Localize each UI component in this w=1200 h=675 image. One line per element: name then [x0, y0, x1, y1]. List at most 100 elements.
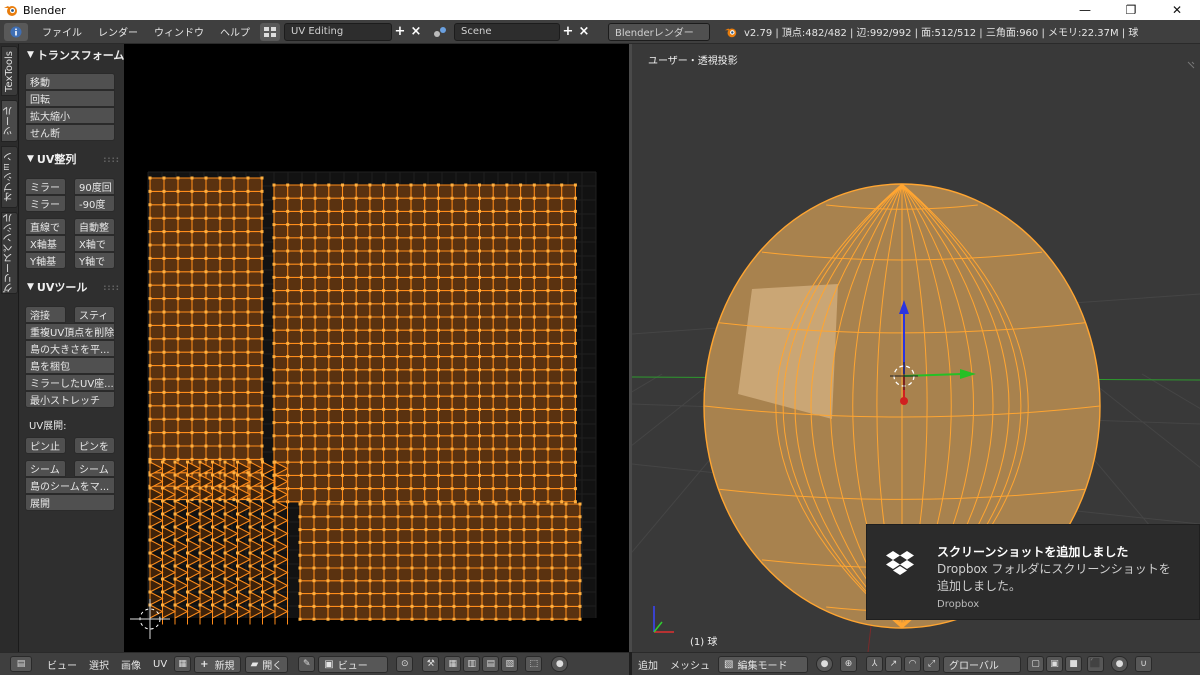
uv-menu-view[interactable]: ビュー — [41, 657, 83, 672]
new-image-button[interactable]: + 新規 — [194, 655, 241, 673]
proportional-editing-icon[interactable]: ● — [1111, 656, 1128, 672]
scale-button[interactable]: 拡大縮小 — [25, 107, 115, 124]
toast-body: Dropbox フォルダにスクリーンショットを追加しました。 — [937, 562, 1171, 593]
face-select-mode-icon[interactable]: ▤ — [482, 656, 500, 672]
panel-uv-align-title: UV整列 — [36, 153, 77, 166]
align-x-base-button[interactable]: X軸基 — [25, 235, 66, 252]
uv-island-bottom-edges — [299, 503, 581, 620]
rotate-minus-90-button[interactable]: -90度 — [74, 195, 115, 212]
snap-icon[interactable]: ⬚ — [525, 656, 543, 672]
rotate-90-button[interactable]: 90度回 — [74, 178, 115, 195]
open-image-button[interactable]: ▰ 開く — [244, 655, 289, 673]
translate-button[interactable]: 移動 — [25, 73, 115, 90]
align-auto-button[interactable]: 自動整 — [74, 218, 115, 235]
manipulator-toggle-icon[interactable]: ⅄ — [866, 656, 883, 672]
add-screen-button[interactable]: + — [392, 23, 408, 41]
align-y-button[interactable]: Y軸で — [74, 252, 115, 269]
pin-button[interactable]: ピン止 — [25, 437, 66, 454]
rotate-manipulator-icon[interactable]: ◠ — [904, 656, 921, 672]
pivot-point-icon[interactable]: ⊕ — [840, 656, 857, 672]
panel-uv-tools-header[interactable]: ▼ UVツール:::: — [19, 278, 124, 296]
align-x-button[interactable]: X軸で — [74, 235, 115, 252]
tab-grease-pencil[interactable]: グリースペンシル — [1, 212, 18, 294]
menu-render[interactable]: レンダー — [90, 24, 146, 39]
screen-layout-icon[interactable] — [260, 22, 280, 41]
tab-options[interactable]: オプション — [1, 146, 18, 208]
dropbox-icon — [886, 551, 914, 575]
window-titlebar: Blender — ❐ ✕ — [0, 0, 1200, 20]
remove-scene-button[interactable]: × — [576, 23, 592, 41]
pack-islands-button[interactable]: 島を梱包 — [25, 357, 115, 374]
copy-mirrored-uv-button[interactable]: ミラーしたUV座... — [25, 374, 115, 391]
align-y-base-button[interactable]: Y軸基 — [25, 252, 66, 269]
orientation-dropdown[interactable]: グローバル — [943, 655, 1021, 673]
snap-magnet-icon[interactable]: ∪ — [1135, 656, 1152, 672]
menu-help[interactable]: ヘルプ — [212, 24, 258, 39]
minimize-button[interactable]: — — [1062, 0, 1108, 20]
uv-editor-canvas[interactable] — [124, 44, 629, 652]
vertex-select-mode-icon[interactable]: ▦ — [444, 656, 462, 672]
vertex-select-icon[interactable]: ▢ — [1027, 656, 1044, 672]
align-straight-button[interactable]: 直線で — [25, 218, 66, 235]
image-browse-icon[interactable]: ▦ — [174, 656, 192, 672]
edge-select-icon[interactable]: ▣ — [1046, 656, 1063, 672]
unpin-button[interactable]: ピンを — [74, 437, 115, 454]
dropbox-notification[interactable]: スクリーンショットを追加しました Dropbox フォルダにスクリーンショットを… — [866, 524, 1200, 620]
menu-window[interactable]: ウィンドウ — [146, 24, 212, 39]
pivot-icon[interactable]: ⊙ — [396, 656, 414, 672]
tab-tools[interactable]: ツール — [1, 100, 18, 142]
seams-from-islands-button[interactable]: 島のシームをマ... — [25, 477, 115, 494]
scale-manipulator-icon[interactable]: ⤢ — [923, 656, 940, 672]
vp-menu-mesh[interactable]: メッシュ — [664, 657, 716, 672]
proportional-edit-icon[interactable]: ● — [551, 656, 569, 672]
menu-file[interactable]: ファイル — [34, 24, 90, 39]
screen-layout-field[interactable]: UV Editing — [284, 22, 392, 41]
uv-view-mode-dropdown[interactable]: ▣ ビュー — [318, 655, 389, 673]
uv-map-svg — [130, 171, 597, 639]
panel-transform-header[interactable]: ▼ トランスフォーム — [19, 46, 124, 64]
gizmo-y-axis — [653, 621, 663, 633]
close-button[interactable]: ✕ — [1154, 0, 1200, 20]
pin-image-icon[interactable]: ✎ — [298, 656, 316, 672]
remove-doubles-button[interactable]: 重複UV頂点を削除 — [25, 323, 115, 340]
scene-icon[interactable] — [430, 23, 450, 41]
unwrap-button[interactable]: 展開 — [25, 494, 115, 511]
info-editor-type-button[interactable] — [4, 22, 28, 41]
uv-menu-image[interactable]: 画像 — [115, 657, 147, 672]
uv-editor-type-button[interactable]: ▤ — [10, 656, 32, 672]
mirror-x-button[interactable]: ミラー — [25, 178, 66, 195]
3d-view-header: 追加 メッシュ ▧ 編集モード ● ⊕ ⅄ ↗ ◠ ⤢ グローバル ▢ ▣ ■ ⬛… — [632, 652, 1200, 675]
mark-seam-button[interactable]: シーム — [25, 460, 66, 477]
clear-seam-button[interactable]: シーム — [74, 460, 115, 477]
unwrap-label: UV展開: — [29, 421, 67, 432]
remove-screen-button[interactable]: × — [408, 23, 424, 41]
uv-view-mode-label: ビュー — [337, 660, 368, 672]
sticky-select-icon[interactable]: ⚒ — [422, 656, 440, 672]
uv-menu-select[interactable]: 選択 — [83, 657, 115, 672]
uv-menu-uv[interactable]: UV — [147, 659, 173, 670]
viewport-shading-icon[interactable]: ● — [816, 656, 833, 672]
render-engine-dropdown[interactable]: Blenderレンダー — [608, 22, 710, 41]
maximize-button[interactable]: ❐ — [1108, 0, 1154, 20]
average-island-scale-button[interactable]: 島の大きさを平... — [25, 340, 115, 357]
island-select-mode-icon[interactable]: ▧ — [501, 656, 519, 672]
tab-textools[interactable]: TexTools — [1, 46, 18, 96]
minimize-stretch-button[interactable]: 最小ストレッチ — [25, 391, 115, 408]
face-select-icon[interactable]: ■ — [1065, 656, 1082, 672]
rotate-button[interactable]: 回転 — [25, 90, 115, 107]
uv-editor-header: ▤ ビュー 選択 画像 UV ▦ + 新規 ▰ 開く ✎ ▣ ビュー ⊙ ⚒ ▦ ▥ … — [0, 652, 629, 675]
toast-title: スクリーンショットを追加しました — [937, 545, 1129, 559]
edge-select-mode-icon[interactable]: ▥ — [463, 656, 481, 672]
scene-field[interactable]: Scene — [454, 22, 560, 41]
weld-button[interactable]: 溶接 — [25, 306, 66, 323]
shear-button[interactable]: せん断 — [25, 124, 115, 141]
vp-menu-add[interactable]: 追加 — [632, 657, 664, 672]
stitch-button[interactable]: スティ — [74, 306, 115, 323]
add-scene-button[interactable]: + — [560, 23, 576, 41]
panel-uv-align-header[interactable]: ▼ UV整列:::: — [19, 150, 124, 168]
mirror-y-button[interactable]: ミラー — [25, 195, 66, 212]
translate-manipulator-icon[interactable]: ↗ — [885, 656, 902, 672]
mode-dropdown[interactable]: ▧ 編集モード — [718, 655, 808, 673]
image-icon: ▣ — [324, 658, 334, 670]
limit-selection-icon[interactable]: ⬛ — [1087, 656, 1104, 672]
